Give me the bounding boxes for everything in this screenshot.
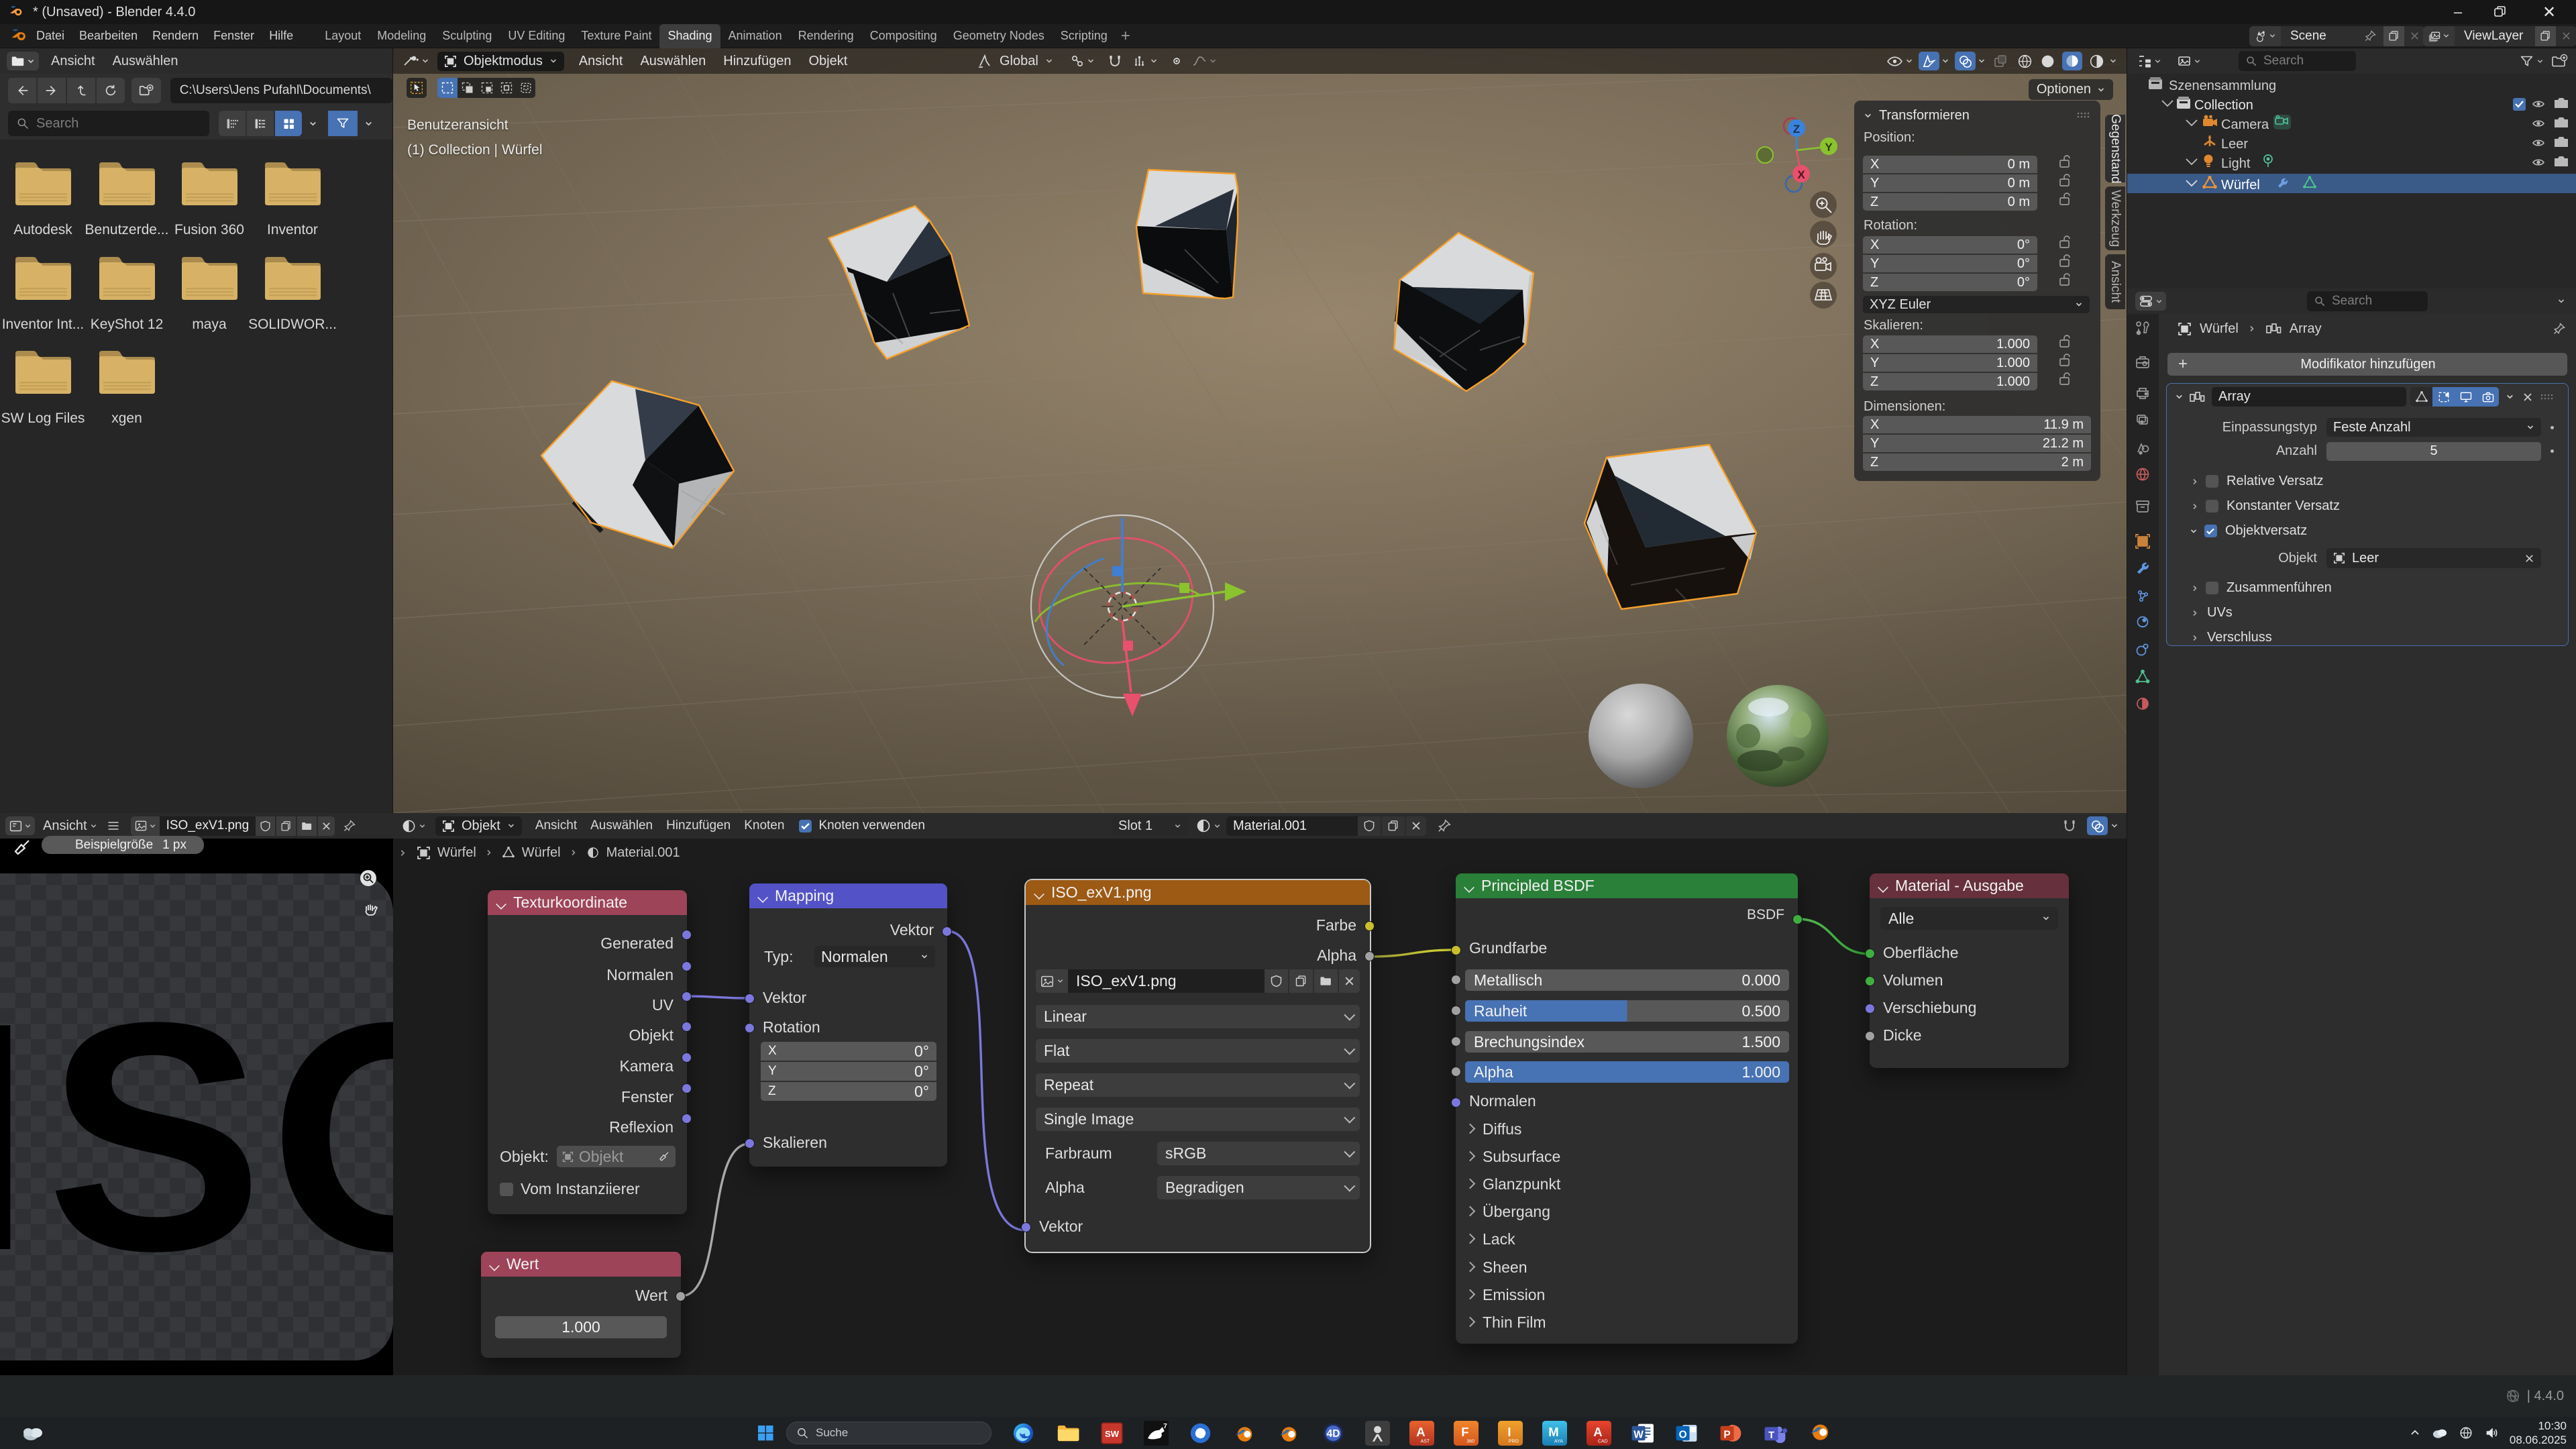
svg-text:O: O xyxy=(269,955,393,1318)
svg-text:Autodesk: Autodesk xyxy=(13,222,72,237)
svg-text:F: F xyxy=(1461,1425,1468,1439)
svg-text:AYA: AYA xyxy=(1554,1439,1563,1444)
svg-text:Y: Y xyxy=(1825,141,1833,154)
svg-text:CAD: CAD xyxy=(1598,1439,1608,1444)
svg-text:Benutzerde...: Benutzerde... xyxy=(85,222,169,237)
svg-text:Light: Light xyxy=(2221,156,2251,171)
svg-text:Inventor: Inventor xyxy=(267,222,318,237)
svg-text:SW: SW xyxy=(1105,1428,1120,1438)
svg-text:AST: AST xyxy=(1421,1439,1430,1444)
svg-text:X: X xyxy=(1797,168,1805,181)
svg-text:360: 360 xyxy=(1466,1439,1474,1444)
svg-text:KeyShot 12: KeyShot 12 xyxy=(91,317,164,332)
svg-text:W: W xyxy=(1633,1429,1644,1440)
svg-text:Fusion 360: Fusion 360 xyxy=(174,222,244,237)
svg-text:T: T xyxy=(1768,1430,1774,1441)
svg-text:O: O xyxy=(1679,1429,1687,1440)
svg-text:maya: maya xyxy=(192,317,227,332)
svg-text:SW Log Files: SW Log Files xyxy=(1,411,85,426)
svg-text:Szenensammlung: Szenensammlung xyxy=(2169,78,2276,93)
svg-text:Z: Z xyxy=(1793,123,1800,136)
svg-text:S: S xyxy=(46,955,264,1318)
svg-text:I: I xyxy=(0,955,32,1318)
svg-text:I: I xyxy=(1507,1425,1511,1439)
svg-text:PRO: PRO xyxy=(1509,1439,1519,1444)
svg-text:A: A xyxy=(1593,1425,1602,1439)
svg-text:Leer: Leer xyxy=(2221,137,2248,152)
svg-text:7: 7 xyxy=(1163,1422,1167,1430)
svg-text:A: A xyxy=(1416,1425,1425,1439)
svg-text:Würfel: Würfel xyxy=(2221,178,2260,193)
svg-text:Camera: Camera xyxy=(2221,117,2269,132)
svg-text:4D: 4D xyxy=(1327,1428,1340,1439)
svg-text:M: M xyxy=(1548,1425,1558,1439)
svg-text:P: P xyxy=(1723,1429,1730,1440)
svg-text:xgen: xgen xyxy=(111,411,142,426)
svg-text:Collection: Collection xyxy=(2194,98,2253,113)
svg-text:SOLIDWOR...: SOLIDWOR... xyxy=(248,317,337,332)
svg-text:Inventor Int...: Inventor Int... xyxy=(2,317,85,332)
